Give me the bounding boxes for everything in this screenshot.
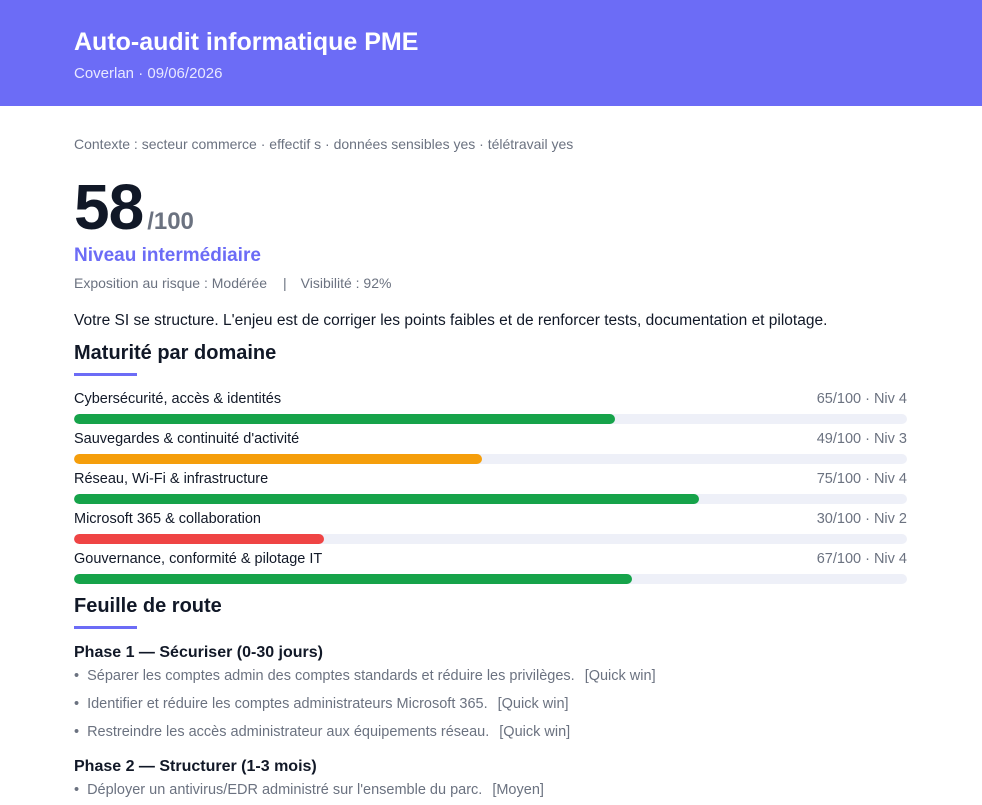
domain-score: 49/100 · Niv 3 xyxy=(816,431,907,447)
phase-title: Phase 2 — Structurer (1-3 mois) xyxy=(74,758,317,775)
domain-bar-track xyxy=(74,574,907,584)
domain-label: Sauvegardes & continuité d'activité xyxy=(74,431,300,447)
action-text: Restreindre les accès administrateur aux… xyxy=(87,724,490,740)
domain-row: Microsoft 365 & collaboration 30/100 · N… xyxy=(74,509,907,549)
score-value: 58 xyxy=(74,171,144,243)
risk-exposure: Exposition au risque : Modérée xyxy=(74,275,267,291)
action-tag: [Moyen] xyxy=(492,782,544,798)
action-tag: [Quick win] xyxy=(584,668,656,684)
global-score: 58/100 xyxy=(74,170,194,244)
domain-bar-fill xyxy=(74,494,699,504)
domain-row: Réseau, Wi-Fi & infrastructure 75/100 · … xyxy=(74,469,907,509)
phase-title: Phase 1 — Sécuriser (0-30 jours) xyxy=(74,644,323,661)
domain-bar-track xyxy=(74,494,907,504)
report-title: Auto-audit informatique PME xyxy=(74,28,419,56)
maturity-level: Niveau intermédiaire xyxy=(74,245,261,266)
domain-row: Sauvegardes & continuité d'activité 49/1… xyxy=(74,429,907,469)
roadmap-action: • Restreindre les accès administrateur au… xyxy=(74,724,570,740)
bullet: • xyxy=(74,782,80,798)
domain-label: Réseau, Wi-Fi & infrastructure xyxy=(74,471,269,487)
domain-row: Gouvernance, conformité & pilotage IT 67… xyxy=(74,549,907,589)
domain-label: Gouvernance, conformité & pilotage IT xyxy=(74,551,323,567)
domain-score: 67/100 · Niv 4 xyxy=(816,551,907,567)
domain-label: Microsoft 365 & collaboration xyxy=(74,511,261,527)
section-underline xyxy=(74,373,137,376)
roadmap-section-title: Feuille de route xyxy=(74,595,222,617)
score-max: /100 xyxy=(147,208,194,235)
domain-row: Cybersécurité, accès & identités 65/100 … xyxy=(74,389,907,429)
domain-score: 30/100 · Niv 2 xyxy=(816,511,907,527)
domain-label: Cybersécurité, accès & identités xyxy=(74,391,282,407)
visibility: Visibilité : 92% xyxy=(300,275,392,291)
bullet: • xyxy=(74,724,80,740)
domain-bar-track xyxy=(74,454,907,464)
domain-bar-track xyxy=(74,534,907,544)
roadmap-action: • Identifier et réduire les comptes admin… xyxy=(74,696,569,712)
domain-bar-fill xyxy=(74,574,633,584)
action-tag: [Quick win] xyxy=(499,724,571,740)
report-header: Auto-audit informatique PME Coverlan · 0… xyxy=(0,0,982,106)
meta-separator: | xyxy=(283,275,287,291)
summary-text: Votre SI se structure. L'enjeu est de co… xyxy=(74,312,828,329)
domain-bar-fill xyxy=(74,414,616,424)
action-tag: [Quick win] xyxy=(497,696,569,712)
maturity-section-title: Maturité par domaine xyxy=(74,342,277,364)
domain-score: 65/100 · Niv 4 xyxy=(816,391,907,407)
roadmap-action: • Déployer un antivirus/EDR administré su… xyxy=(74,782,544,798)
roadmap-action: • Séparer les comptes admin des comptes s… xyxy=(74,668,656,684)
action-text: Identifier et réduire les comptes admini… xyxy=(87,696,488,712)
action-text: Déployer un antivirus/EDR administré sur… xyxy=(87,782,483,798)
domain-score: 75/100 · Niv 4 xyxy=(816,471,907,487)
action-text: Séparer les comptes admin des comptes st… xyxy=(87,668,575,684)
context-line: Contexte : secteur commerce · effectif s… xyxy=(74,136,574,152)
bullet: • xyxy=(74,668,80,684)
bullet: • xyxy=(74,696,80,712)
domain-bar-fill xyxy=(74,534,324,544)
report-subtitle: Coverlan · 09/06/2026 xyxy=(74,65,223,82)
domain-bar-track xyxy=(74,414,907,424)
domain-bar-fill xyxy=(74,454,483,464)
section-underline xyxy=(74,626,137,629)
domain-list: Cybersécurité, accès & identités 65/100 … xyxy=(74,389,907,589)
score-meta: Exposition au risque : Modérée | Visibilit… xyxy=(74,275,391,291)
